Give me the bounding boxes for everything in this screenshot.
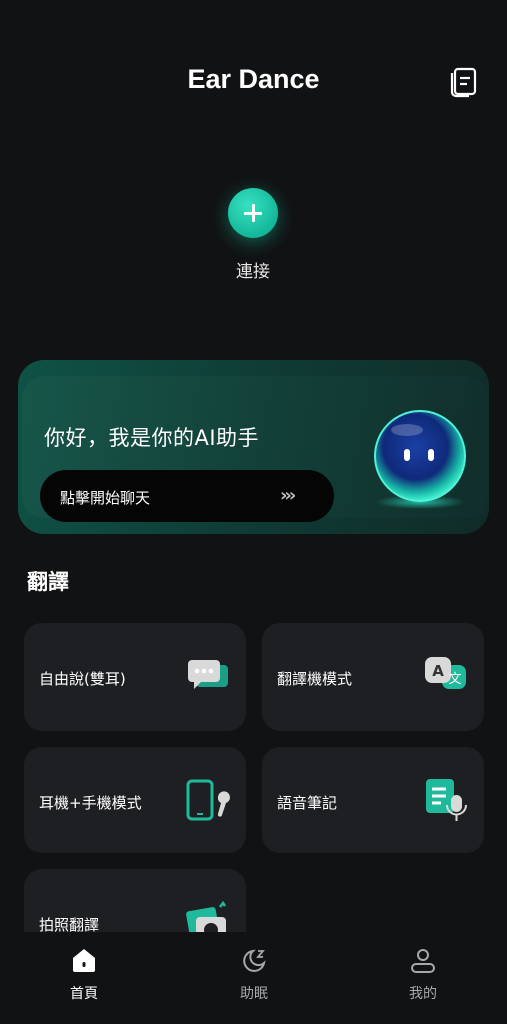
chat-bubbles-icon xyxy=(184,651,232,699)
tile-translator-mode[interactable]: 翻譯機模式 A 文 xyxy=(262,623,484,731)
tile-voice-note[interactable]: 語音筆記 xyxy=(262,747,484,853)
ai-greeting: 你好，我是你的AI助手 xyxy=(44,426,260,450)
connect-label: 連接 xyxy=(236,262,270,282)
tile-earbud-phone-mode[interactable]: 耳機+手機模式 xyxy=(24,747,246,853)
tab-label: 我的 xyxy=(409,986,437,1002)
tab-label: 首頁 xyxy=(70,986,98,1002)
plus-icon[interactable] xyxy=(228,188,278,238)
connect-button[interactable]: 連接 xyxy=(203,185,303,285)
tile-free-talk[interactable]: 自由說(雙耳) xyxy=(24,623,246,731)
svg-text:A: A xyxy=(432,662,444,680)
home-icon xyxy=(73,949,95,972)
ai-assistant-card[interactable]: 你好，我是你的AI助手 點擊開始聊天 ››› xyxy=(18,360,489,534)
ai-orb-avatar xyxy=(369,408,471,510)
voice-note-icon xyxy=(422,775,470,823)
tab-label: 助眠 xyxy=(240,986,268,1002)
sleep-icon xyxy=(243,949,266,972)
svg-text:文: 文 xyxy=(448,672,461,687)
tab-home[interactable]: 首頁 xyxy=(24,946,144,1006)
translate-icon: A 文 xyxy=(422,651,470,699)
chevrons-icon: ››› xyxy=(280,485,296,506)
bottom-tab-bar: 首頁 助眠 我的 xyxy=(0,932,507,1024)
phone-earbud-icon xyxy=(184,775,232,823)
section-title-translate: 翻譯 xyxy=(27,570,69,594)
tile-label: 語音筆記 xyxy=(277,794,338,812)
start-chat-label: 點擊開始聊天 xyxy=(60,489,151,507)
app-title: Ear Dance xyxy=(187,64,320,94)
tile-label: 翻譯機模式 xyxy=(277,670,353,688)
tile-label: 自由說(雙耳) xyxy=(39,670,126,688)
ai-card-inner: 你好，我是你的AI助手 點擊開始聊天 ››› xyxy=(22,376,489,522)
header: Ear Dance xyxy=(0,0,507,150)
start-chat-button[interactable]: 點擊開始聊天 ››› xyxy=(40,470,334,522)
tab-profile[interactable]: 我的 xyxy=(363,946,483,1006)
tab-sleep[interactable]: 助眠 xyxy=(194,946,314,1006)
profile-icon xyxy=(411,949,435,973)
notes-icon[interactable] xyxy=(449,66,479,98)
tile-label: 耳機+手機模式 xyxy=(39,794,142,812)
